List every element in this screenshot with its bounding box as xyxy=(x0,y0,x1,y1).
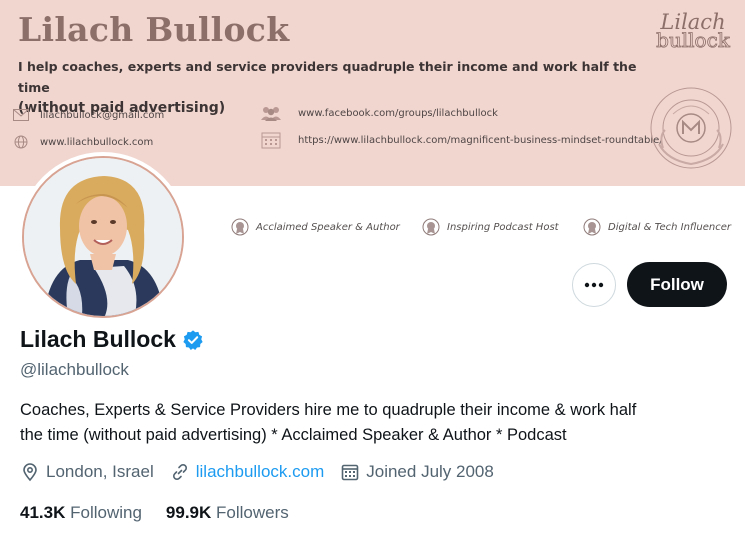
display-name: Lilach Bullock xyxy=(20,326,176,352)
followers-count: 99.9K xyxy=(165,503,212,522)
badge-influencer: Digital & Tech Influencer xyxy=(583,218,731,236)
award-icon xyxy=(583,218,601,236)
award-icon xyxy=(231,218,249,236)
website-item: lilachbullock.com xyxy=(170,462,325,482)
banner-website-text: www.lilachbullock.com xyxy=(40,136,154,148)
calendar-icon xyxy=(341,464,359,481)
location-pin-icon xyxy=(23,463,37,482)
link-icon xyxy=(172,463,187,481)
follow-button[interactable]: Follow xyxy=(627,262,727,307)
globe-icon xyxy=(12,135,30,149)
following-count: 41.3K xyxy=(20,503,66,522)
banner-roundtable: https://www.lilachbullock.com/magnificen… xyxy=(260,132,663,149)
more-icon xyxy=(584,282,604,288)
mail-icon xyxy=(12,108,30,122)
avatar-photo xyxy=(22,156,184,318)
banner-tagline-line1: I help coaches, experts and service prov… xyxy=(18,59,637,95)
calendar-icon xyxy=(260,132,282,149)
banner-website: www.lilachbullock.com xyxy=(12,135,153,149)
joined-item: Joined July 2008 xyxy=(340,462,494,482)
profile-stats: 41.3K Following 99.9K Followers xyxy=(20,503,313,523)
following-label: Following xyxy=(70,503,142,522)
banner-logo: Lilach bullock xyxy=(647,12,739,52)
award-icon xyxy=(422,218,440,236)
more-options-button[interactable] xyxy=(572,263,616,307)
profile-bio: Coaches, Experts & Service Providers hir… xyxy=(20,398,720,448)
badge-podcast-label: Inspiring Podcast Host xyxy=(447,221,559,233)
profile-meta: London, Israel lilachbullock.com Joined … xyxy=(20,462,510,482)
banner-email-text: lilachbullock@gmail.com xyxy=(40,109,165,121)
location-item: London, Israel xyxy=(20,462,154,482)
banner-roundtable-text: https://www.lilachbullock.com/magnificen… xyxy=(298,134,663,146)
website-link[interactable]: lilachbullock.com xyxy=(196,462,325,482)
mindset-seal-icon xyxy=(647,84,735,172)
location-text: London, Israel xyxy=(46,462,154,481)
badge-speaker: Acclaimed Speaker & Author xyxy=(231,218,400,236)
followers-label: Followers xyxy=(216,503,289,522)
bio-line2: the time (without paid advertising) * Ac… xyxy=(20,426,567,444)
following-link[interactable]: 41.3K Following xyxy=(20,503,142,523)
banner-email: lilachbullock@gmail.com xyxy=(12,108,164,122)
joined-text: Joined July 2008 xyxy=(366,462,494,481)
badge-influencer-label: Digital & Tech Influencer xyxy=(608,221,731,233)
group-icon xyxy=(260,106,282,121)
logo-sub: bullock xyxy=(656,28,731,52)
verified-badge-icon[interactable] xyxy=(182,329,204,351)
badge-speaker-label: Acclaimed Speaker & Author xyxy=(256,221,400,233)
banner-facebook-text: www.facebook.com/groups/lilachbullock xyxy=(298,107,498,119)
banner-facebook: www.facebook.com/groups/lilachbullock xyxy=(260,106,498,121)
followers-link[interactable]: 99.9K Followers xyxy=(166,503,289,523)
profile-avatar[interactable] xyxy=(18,152,188,322)
name-row: Lilach Bullock xyxy=(20,326,204,353)
badge-podcast: Inspiring Podcast Host xyxy=(422,218,559,236)
banner-title: Lilach Bullock xyxy=(18,10,290,49)
profile-handle: @lilachbullock xyxy=(20,360,129,379)
bio-line1: Coaches, Experts & Service Providers hir… xyxy=(20,401,637,419)
